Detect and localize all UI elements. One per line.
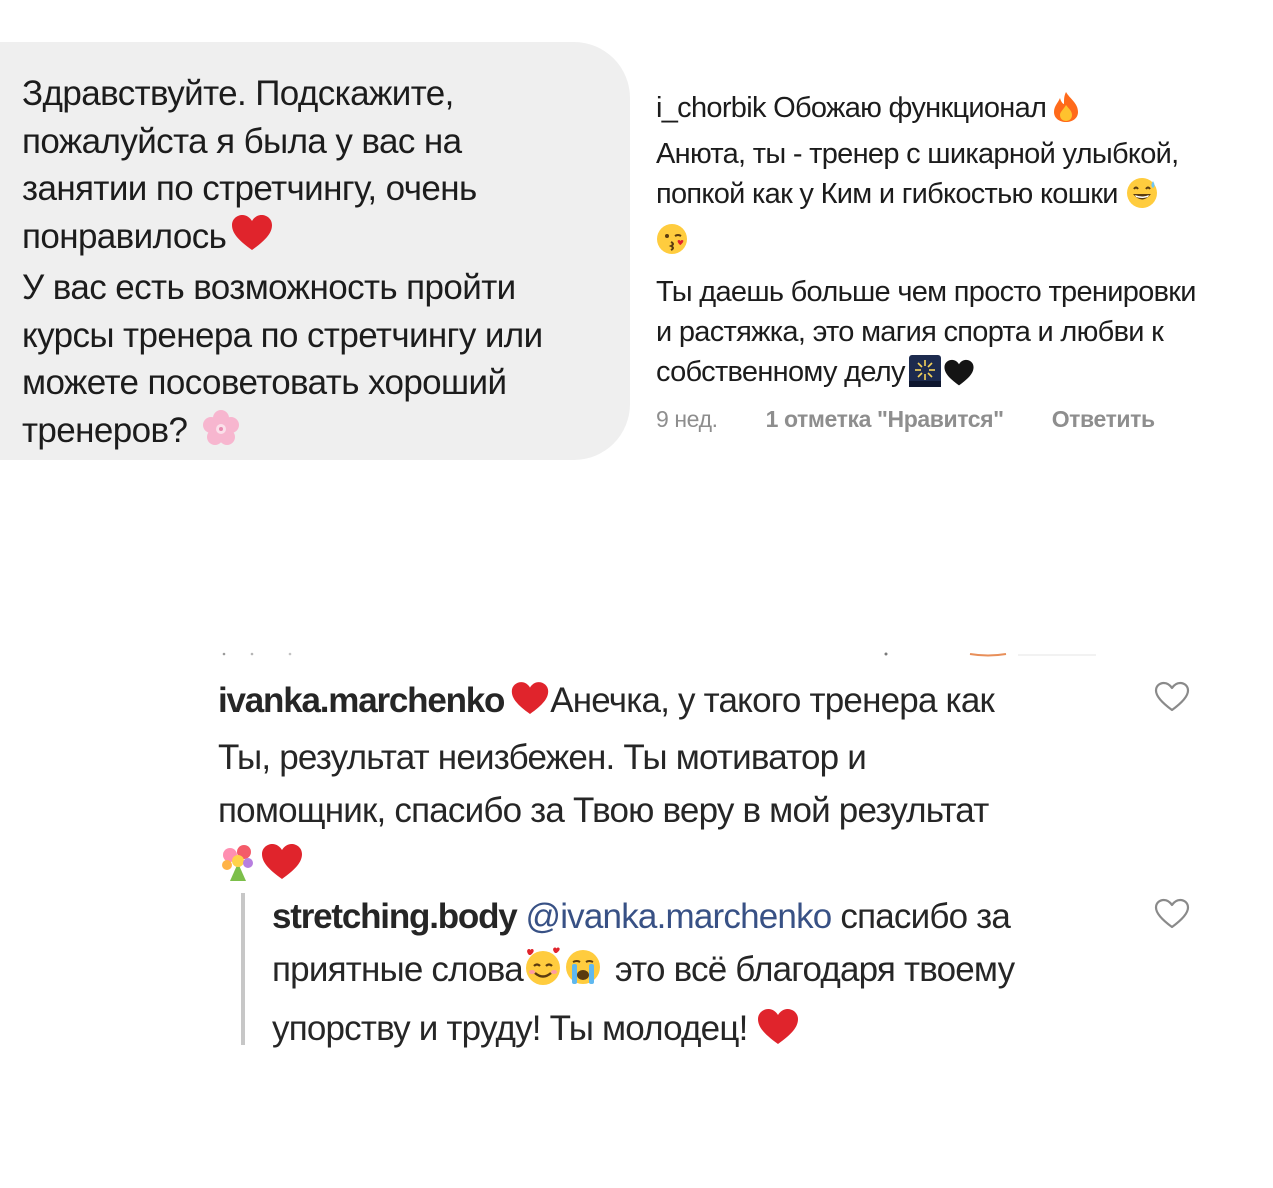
comment-line: приятные слова это всё благодаря твоему	[272, 943, 1132, 1002]
heart-icon	[756, 1008, 800, 1061]
comment-text: это всё благодаря твоему	[614, 950, 1015, 989]
comment-text: спасибо за	[840, 897, 1011, 936]
comment-text: Обожаю функционал	[773, 92, 1047, 124]
message-line: занятии по стретчингу, очень	[22, 169, 477, 208]
message-line: У вас есть возможность пройти	[22, 268, 516, 307]
comment-line: Анюта, ты - тренер с шикарной улыбкой,	[656, 138, 1179, 170]
night-fireworks-icon	[908, 355, 941, 398]
comment-text: Анечка, у такого тренера как	[550, 681, 995, 720]
mention-link[interactable]: @ivanka.marchenko	[525, 897, 832, 936]
crying-face-icon	[563, 947, 603, 1002]
heart-icon	[230, 214, 274, 265]
message-line: курсы тренера по стретчингу или	[22, 315, 543, 355]
message-line-text: понравилось	[22, 216, 227, 256]
comment-line: попкой как у Ким и гибкостью кошки	[656, 174, 1273, 220]
message-line-text: тренеров?	[22, 410, 188, 450]
comment-line: ivanka.marchenko Анечка, у такого тренера…	[218, 674, 1118, 731]
message-line: можете посоветовать хороший	[22, 363, 507, 402]
comment-username[interactable]: i_chorbik	[656, 92, 766, 124]
message-line: пожалуйста я была у вас на	[22, 121, 462, 161]
like-heart-icon[interactable]	[1154, 898, 1190, 930]
reply-stretching-body: stretching.body @ivanka.marchenko спасиб…	[272, 890, 1132, 1061]
comment-line	[218, 837, 1118, 895]
like-heart-icon[interactable]	[1154, 681, 1190, 713]
fire-icon	[1052, 91, 1080, 134]
comment-text: упорству и труду! Ты молодец!	[272, 1009, 748, 1048]
comment-username[interactable]: stretching.body	[272, 897, 518, 936]
comment-line: собственному делу	[656, 352, 1273, 398]
comment-line: Ты, результат неизбежен. Ты мотиватор и	[218, 738, 867, 777]
comment-line: и растяжка, это магия спорта и любви к	[656, 316, 1164, 348]
comment-line: i_chorbik Обожаю функционал	[656, 88, 1273, 134]
comment-text: приятные слова	[272, 950, 524, 989]
comment-line: упорству и труду! Ты молодец!	[272, 1002, 1132, 1061]
message-line: Здравствуйте. Подскажите,	[22, 74, 454, 113]
black-heart-icon	[943, 358, 975, 398]
message-line: тренеров?	[22, 407, 610, 461]
cropped-divider	[222, 652, 1096, 657]
message-line: понравилось	[22, 213, 610, 265]
comment-line	[656, 220, 1273, 266]
reply-thread-line	[241, 893, 245, 1045]
cherry-blossom-icon	[201, 408, 241, 461]
likes-count-link[interactable]: 1 отметка "Нравится"	[766, 406, 1004, 433]
kissing-face-icon	[656, 223, 688, 266]
bouquet-icon	[218, 841, 258, 896]
comment-text: собственному делу	[656, 356, 906, 388]
comment-meta: 9 нед. 1 отметка "Нравится" Ответить	[656, 406, 1273, 433]
heart-icon	[260, 843, 304, 896]
comment-time: 9 нед.	[656, 406, 718, 432]
comment-line: Ты даешь больше чем просто тренировки	[656, 276, 1196, 308]
reply-button[interactable]: Ответить	[1052, 406, 1155, 433]
comment-username[interactable]: ivanka.marchenko	[218, 681, 505, 720]
comment-line: stretching.body @ivanka.marchenko спасиб…	[272, 890, 1132, 943]
smiling-hearts-icon	[523, 947, 563, 1002]
comment-ivanka-marchenko: ivanka.marchenko Анечка, у такого тренера…	[218, 674, 1118, 895]
comment-i-chorbik: i_chorbik Обожаю функционал Анюта, ты - …	[656, 88, 1273, 433]
comment-line: помощник, спасибо за Твою веру в мой рез…	[218, 791, 989, 830]
grinning-sweat-icon	[1126, 177, 1158, 220]
heart-icon	[510, 678, 550, 731]
comment-text: попкой как у Ким и гибкостью кошки	[656, 178, 1118, 210]
message-bubble: Здравствуйте. Подскажите, пожалуйста я б…	[0, 42, 630, 460]
